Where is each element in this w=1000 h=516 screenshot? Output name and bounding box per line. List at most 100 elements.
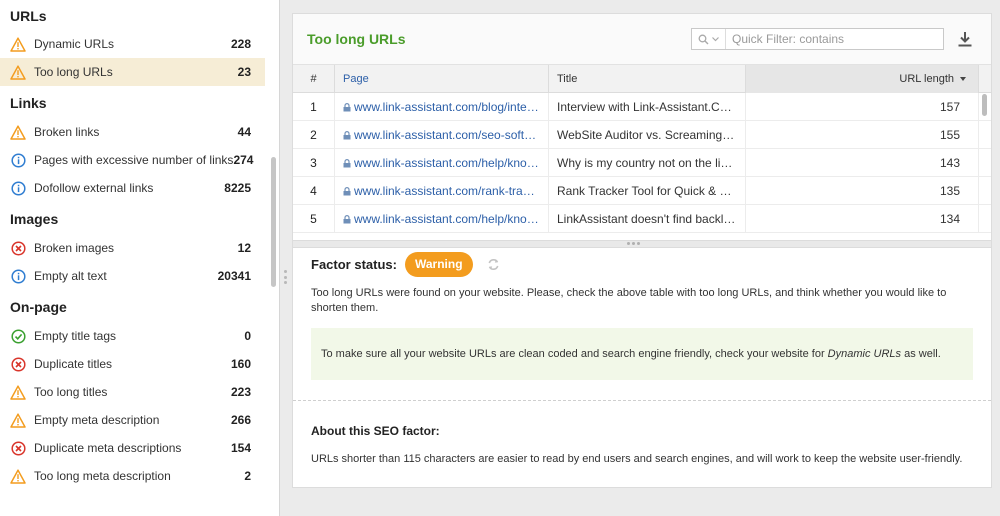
column-header-title[interactable]: Title — [549, 65, 746, 93]
warning-icon — [10, 412, 26, 428]
sidebar-item-dofollow-external-links[interactable]: Dofollow external links 8225 — [0, 174, 265, 202]
sidebar-item-label: Duplicate titles — [34, 357, 113, 371]
sidebar-item-broken-links[interactable]: Broken links 44 — [0, 118, 265, 146]
sidebar-item-duplicate-meta-descriptions[interactable]: Duplicate meta descriptions 154 — [0, 434, 265, 462]
sidebar-item-count: 266 — [230, 413, 251, 427]
tip-text-prefix: To make sure all your website URLs are c… — [321, 348, 828, 360]
sidebar-item-label: Too long meta description — [34, 469, 171, 483]
splitter-grip-icon — [627, 242, 640, 245]
warning-icon — [10, 36, 26, 52]
sidebar-item-pages-with-excessive-number-of-links[interactable]: Pages with excessive number of links 274 — [0, 146, 265, 174]
vertical-splitter[interactable] — [281, 0, 292, 516]
sidebar-item-duplicate-titles[interactable]: Duplicate titles 160 — [0, 350, 265, 378]
info-icon — [10, 268, 26, 284]
table-row[interactable]: 2 www.link-assistant.com/seo-softwa... Web… — [293, 121, 991, 149]
table-row[interactable]: 5 www.link-assistant.com/help/knowl... Lin… — [293, 205, 991, 233]
panel-title: Too long URLs — [307, 31, 406, 47]
cell-page-link[interactable]: www.link-assistant.com/help/knowl... — [354, 212, 548, 226]
warning-icon — [10, 64, 26, 80]
sidebar-scrollbar-thumb[interactable] — [271, 157, 276, 287]
cell-title: WebSite Auditor vs. Screaming F... — [549, 121, 746, 149]
cell-page-link[interactable]: www.link-assistant.com/rank-track... — [354, 184, 545, 198]
cell-number: 2 — [293, 121, 335, 149]
main-panel: Too long URLs # Page Title URL length 1 w… — [292, 13, 992, 488]
tip-box: To make sure all your website URLs are c… — [311, 328, 973, 380]
sidebar-item-too-long-urls[interactable]: Too long URLs 23 — [0, 58, 265, 86]
sort-desc-icon — [960, 77, 966, 81]
cell-title: Why is my country not on the list ... — [549, 149, 746, 177]
sidebar: URLs Dynamic URLs 228 Too long URLs 23 Links B… — [0, 0, 280, 516]
sidebar-item-label: Too long URLs — [34, 65, 113, 79]
quick-filter[interactable] — [691, 28, 944, 50]
warning-icon — [10, 124, 26, 140]
cell-page[interactable]: www.link-assistant.com/seo-softwa... — [335, 121, 549, 149]
tip-text-suffix: as well. — [901, 348, 941, 360]
error-icon — [10, 440, 26, 456]
column-header-number[interactable]: # — [293, 65, 335, 93]
download-icon — [958, 31, 972, 46]
sidebar-item-count: 2 — [244, 469, 251, 483]
sidebar-item-count: 223 — [230, 385, 251, 399]
table-row[interactable]: 1 www.link-assistant.com/blog/intervi... I… — [293, 93, 991, 121]
sidebar-item-label: Too long titles — [34, 385, 108, 399]
cell-page[interactable]: www.link-assistant.com/help/knowl... — [335, 149, 549, 177]
sidebar-section-images: Images — [10, 211, 59, 227]
sidebar-item-too-long-meta-description[interactable]: Too long meta description 2 — [0, 462, 265, 490]
lock-icon — [343, 212, 354, 226]
status-badge: Warning — [404, 251, 473, 277]
search-icon — [698, 34, 709, 44]
error-icon — [10, 240, 26, 256]
cell-title: Interview with Link-Assistant.Com... — [549, 93, 746, 121]
sidebar-item-count: 228 — [230, 37, 251, 51]
sidebar-item-empty-alt-text[interactable]: Empty alt text 20341 — [0, 262, 265, 290]
sidebar-item-label: Empty title tags — [34, 329, 117, 343]
sidebar-item-broken-images[interactable]: Broken images 12 — [0, 234, 265, 262]
sidebar-item-count: 20341 — [217, 269, 251, 283]
sidebar-item-count: 23 — [237, 65, 251, 79]
column-header-page[interactable]: Page — [335, 65, 549, 93]
factor-status-text: Too long URLs were found on your website… — [311, 287, 947, 314]
refresh-icon[interactable] — [487, 257, 501, 271]
tip-link-dynamic-urls[interactable]: Dynamic URLs — [828, 348, 901, 360]
sidebar-item-count: 274 — [233, 153, 254, 167]
warning-icon — [10, 468, 26, 484]
table-scrollbar-thumb[interactable] — [982, 94, 987, 116]
sidebar-item-dynamic-urls[interactable]: Dynamic URLs 228 — [0, 30, 265, 58]
filter-search-dropdown[interactable] — [692, 29, 726, 49]
cell-page[interactable]: www.link-assistant.com/rank-track... — [335, 177, 549, 205]
cell-url-length: 143 — [746, 149, 979, 177]
cell-page[interactable]: www.link-assistant.com/blog/intervi... — [335, 93, 549, 121]
sidebar-item-count: 12 — [237, 241, 251, 255]
cell-title: Rank Tracker Tool for Quick & E... — [549, 177, 746, 205]
sidebar-section-urls: URLs — [10, 8, 47, 24]
check-icon — [10, 328, 26, 344]
download-button[interactable] — [956, 30, 974, 48]
lock-icon — [343, 156, 354, 170]
cell-page-link[interactable]: www.link-assistant.com/seo-softwa... — [354, 128, 548, 142]
lock-icon — [343, 184, 354, 198]
sidebar-item-count: 44 — [237, 125, 251, 139]
error-icon — [10, 356, 26, 372]
cell-page-link[interactable]: www.link-assistant.com/blog/intervi... — [354, 100, 548, 114]
horizontal-splitter[interactable] — [293, 240, 991, 248]
sidebar-item-count: 0 — [244, 329, 251, 343]
column-header-url-length[interactable]: URL length — [746, 65, 979, 93]
factor-details: Factor status: Warning Too long URLs wer… — [293, 248, 991, 487]
table-header: # Page Title URL length — [293, 65, 991, 93]
lock-icon — [343, 100, 354, 114]
sidebar-item-too-long-titles[interactable]: Too long titles 223 — [0, 378, 265, 406]
about-title: About this SEO factor: — [311, 424, 440, 438]
quick-filter-input[interactable] — [726, 29, 936, 49]
cell-url-length: 135 — [746, 177, 979, 205]
cell-page[interactable]: www.link-assistant.com/help/knowl... — [335, 205, 549, 233]
table-row[interactable]: 3 www.link-assistant.com/help/knowl... Why… — [293, 149, 991, 177]
table-row[interactable]: 4 www.link-assistant.com/rank-track... Ran… — [293, 177, 991, 205]
table-body: 1 www.link-assistant.com/blog/intervi... I… — [293, 93, 991, 233]
sidebar-item-label: Broken links — [34, 125, 100, 139]
sidebar-item-empty-meta-description[interactable]: Empty meta description 266 — [0, 406, 265, 434]
lock-icon — [343, 128, 354, 142]
sidebar-section-on-page: On-page — [10, 299, 67, 315]
sidebar-item-empty-title-tags[interactable]: Empty title tags 0 — [0, 322, 265, 350]
factor-status-row: Factor status: Warning — [311, 251, 501, 277]
cell-page-link[interactable]: www.link-assistant.com/help/knowl... — [354, 156, 548, 170]
